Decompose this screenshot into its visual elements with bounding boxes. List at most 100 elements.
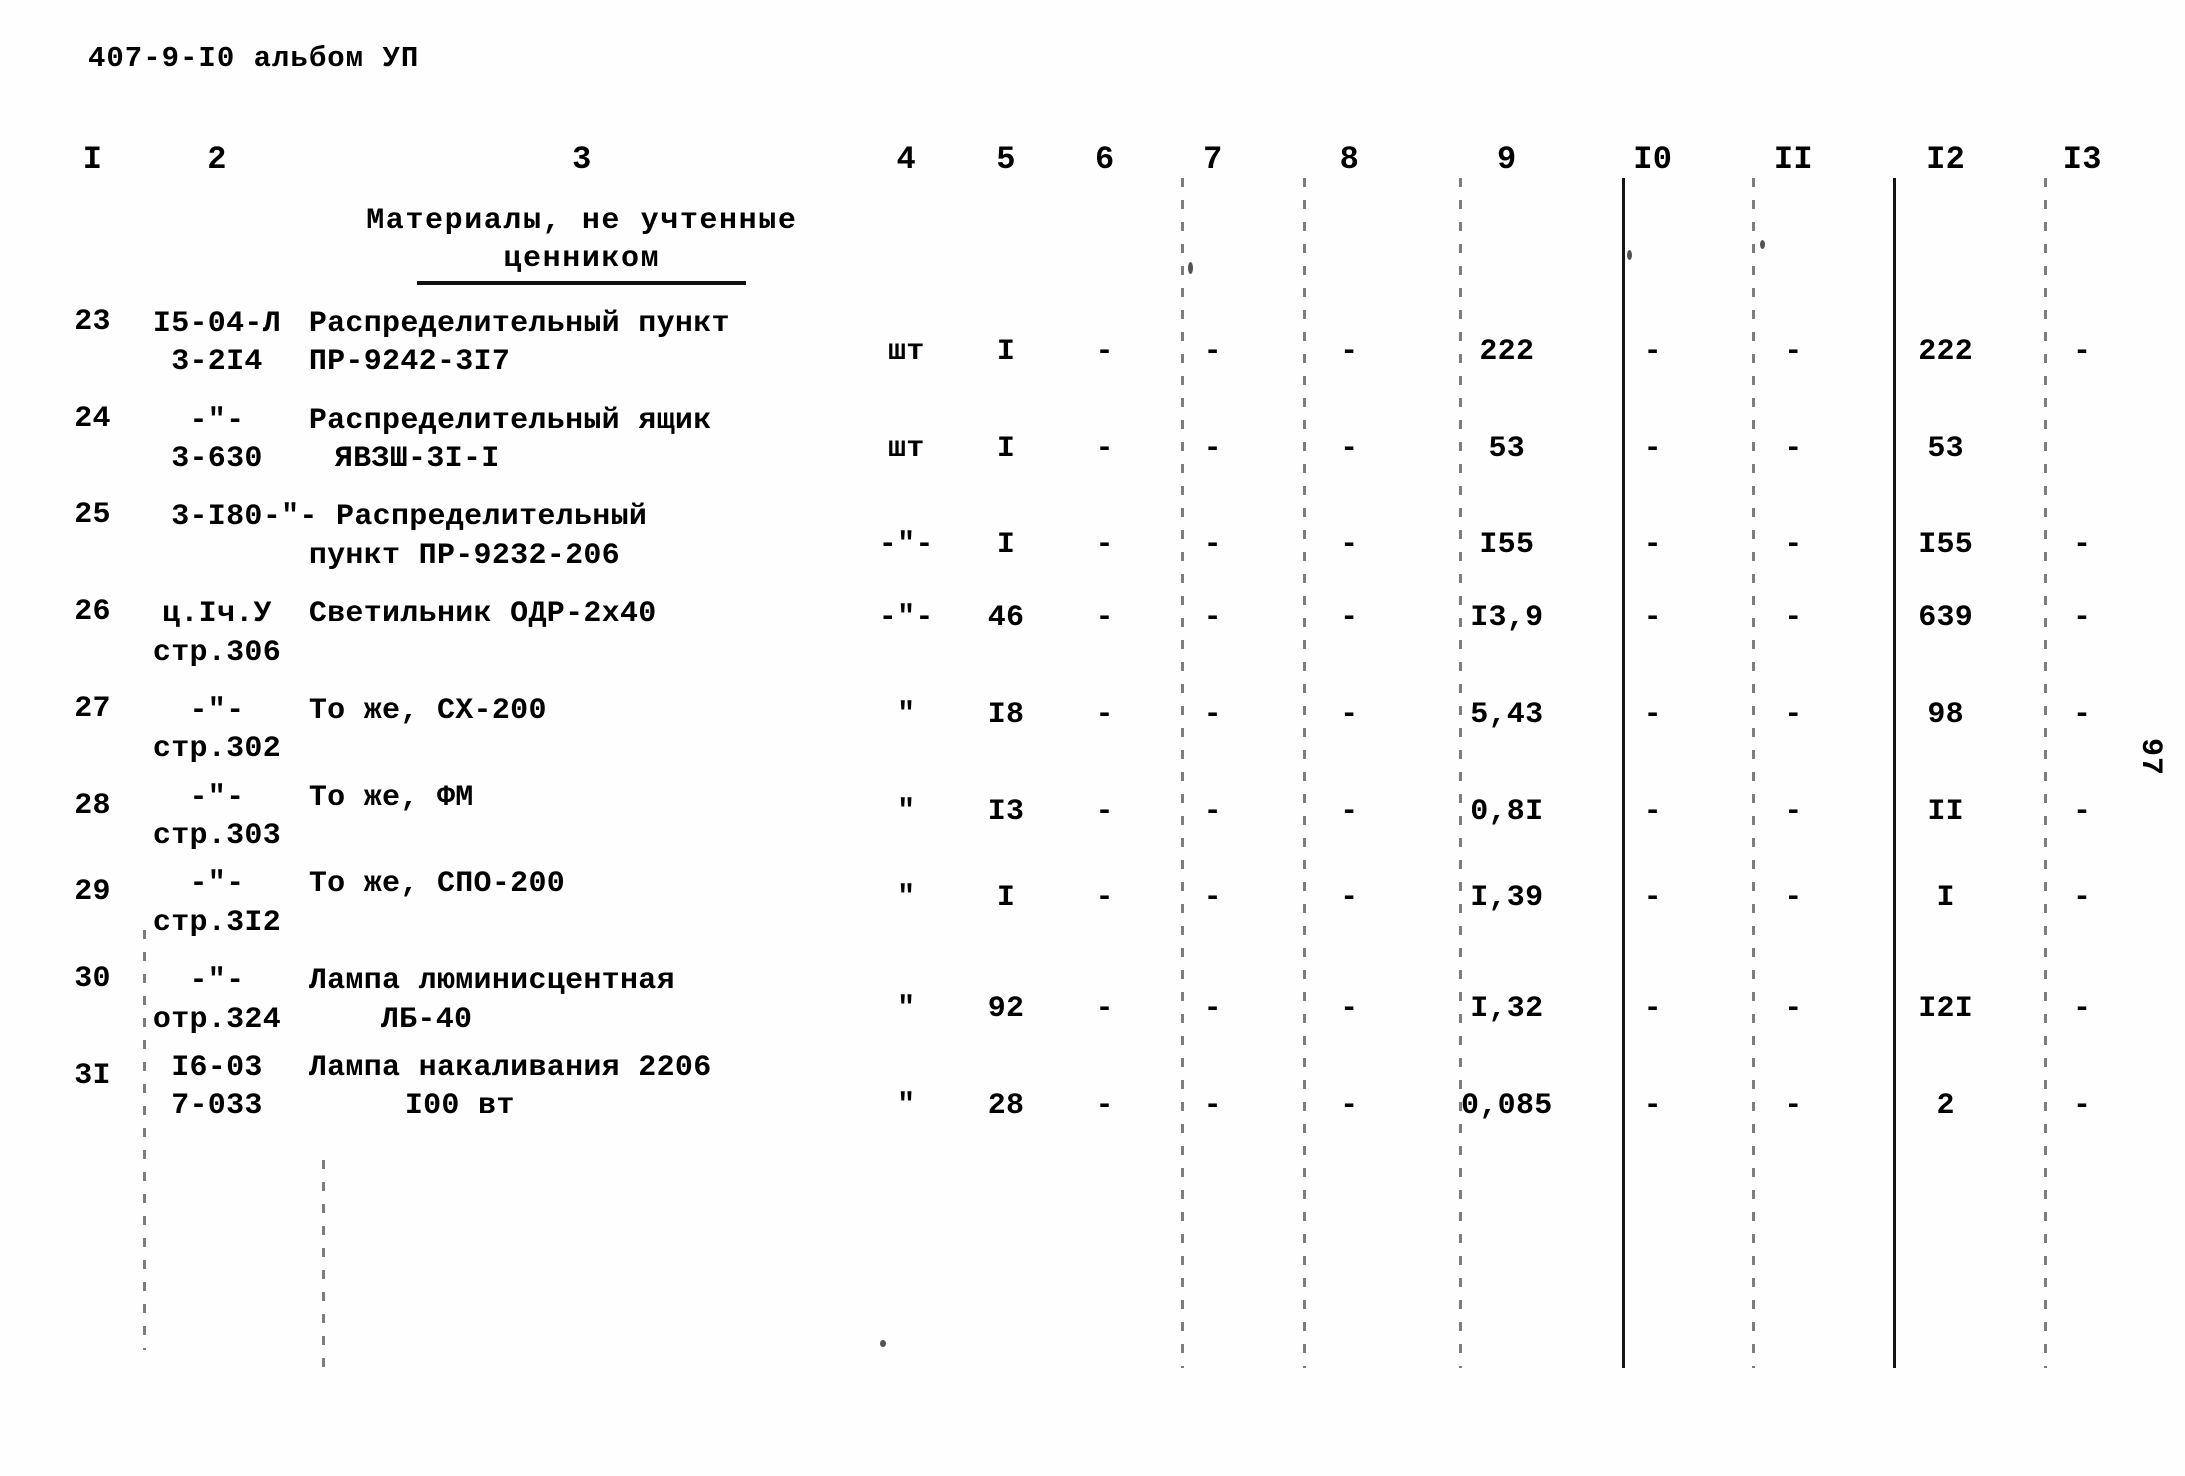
row-name-top: То же, СПО-200 bbox=[308, 867, 566, 902]
row-code-bottom: 7-033 bbox=[171, 1089, 263, 1124]
column-header-4: 4 bbox=[896, 141, 917, 178]
row-value-6: - bbox=[1095, 601, 1114, 636]
row-value-9: I55 bbox=[1479, 528, 1535, 563]
row-name-top: Светильник ОДР-2х40 bbox=[308, 597, 657, 632]
row-name-bottom: ЯВЗШ-3I-I bbox=[334, 441, 500, 476]
column-header-7: 7 bbox=[1203, 141, 1223, 178]
row-unit: -"- bbox=[878, 601, 934, 636]
row-name-top: Лампа накаливания 2206 bbox=[308, 1051, 712, 1086]
row-code-top: -"- bbox=[189, 693, 245, 728]
row-value-10: - bbox=[1643, 601, 1662, 636]
row-value-11: - bbox=[1784, 1089, 1803, 1124]
row-value-12: I bbox=[1936, 881, 1955, 916]
row-value-11: - bbox=[1784, 601, 1803, 636]
row-value-6: - bbox=[1095, 794, 1114, 829]
row-value-7: - bbox=[1203, 601, 1222, 636]
row-value-9: 53 bbox=[1488, 431, 1526, 466]
row-name-top: Распределительный ящик bbox=[308, 403, 712, 438]
row-value-7: - bbox=[1203, 334, 1222, 369]
row-value-10: - bbox=[1643, 794, 1662, 829]
table-row: 29 -"- стр.3I2 То же, СПО-200 " I - - - … bbox=[60, 855, 2140, 942]
row-code: -"- стр.3I2 bbox=[125, 855, 309, 942]
row-value-11: - bbox=[1784, 431, 1803, 466]
table-row: 23 I5-04-Л 3-2I4 Распределительный пункт… bbox=[60, 285, 2140, 382]
row-unit: " bbox=[897, 992, 916, 1027]
row-value-13 bbox=[2024, 382, 2140, 479]
row-quantity: I8 bbox=[987, 697, 1025, 732]
scanned-page: 407-9-I0 альбом УП 97 I 2 3 4 5 6 7 8 9 … bbox=[0, 0, 2185, 1476]
row-value-9: 222 bbox=[1479, 334, 1535, 369]
column-header-6: 6 bbox=[1094, 141, 1115, 178]
row-number: 27 bbox=[74, 691, 111, 726]
row-value-11: - bbox=[1784, 697, 1803, 732]
row-value-10: - bbox=[1643, 528, 1662, 563]
row-name: То же, СХ-200 bbox=[309, 672, 855, 769]
row-value-6: - bbox=[1095, 334, 1114, 369]
row-quantity: I3 bbox=[987, 794, 1025, 829]
column-header-8: 8 bbox=[1339, 141, 1360, 178]
row-value-12: I2I bbox=[1918, 992, 1974, 1027]
row-code-bottom: 3-2I4 bbox=[171, 345, 263, 380]
row-value-12: 53 bbox=[1927, 431, 1964, 466]
specification-table: I 2 3 4 5 6 7 8 9 I0 II I2 I3 Материалы,… bbox=[60, 140, 2140, 1126]
row-value-7: - bbox=[1203, 528, 1222, 563]
row-value-6: - bbox=[1095, 528, 1114, 563]
table-row: 28 -"- стр.303 То же, ФМ " I3 - - - 0,8I… bbox=[60, 769, 2140, 856]
row-name: То же, СПО-200 bbox=[309, 855, 855, 942]
row-name-top: Лампа люминисцентная bbox=[308, 964, 675, 999]
row-code-top: -"- bbox=[189, 403, 245, 438]
row-quantity: I bbox=[996, 431, 1016, 466]
row-value-11: - bbox=[1784, 881, 1803, 916]
row-code-top: -"- bbox=[189, 964, 245, 999]
table-row: 26 ц.Iч.У стр.306 Светильник ОДР-2х40 -"… bbox=[60, 575, 2140, 672]
section-title-line-1: Материалы, не учтенные bbox=[366, 204, 798, 238]
row-code: -"- стр.302 bbox=[125, 672, 309, 769]
row-unit: " bbox=[897, 697, 916, 732]
section-title-line-2: ценником bbox=[417, 240, 747, 285]
row-value-7: - bbox=[1203, 794, 1222, 829]
row-value-8: - bbox=[1340, 334, 1359, 369]
row-code-bottom: отр.324 bbox=[152, 1002, 282, 1037]
row-number: 29 bbox=[74, 875, 111, 910]
row-value-10: - bbox=[1643, 881, 1662, 916]
row-code: -"- стр.303 bbox=[125, 769, 309, 856]
row-value-10: - bbox=[1643, 431, 1662, 466]
row-value-13: - bbox=[2073, 794, 2092, 829]
row-value-8: - bbox=[1340, 881, 1359, 916]
row-value-10: - bbox=[1643, 992, 1662, 1027]
row-quantity: I bbox=[996, 881, 1016, 916]
row-quantity: 92 bbox=[987, 992, 1025, 1027]
row-value-6: - bbox=[1095, 881, 1114, 916]
row-value-11: - bbox=[1784, 992, 1803, 1027]
row-name-bottom: ЛБ-40 bbox=[380, 1002, 473, 1037]
row-number: 3I bbox=[74, 1059, 111, 1094]
row-value-11: - bbox=[1784, 794, 1803, 829]
table-row: 24 -"- 3-630 Распределительный ящик ЯВЗШ… bbox=[60, 382, 2140, 479]
row-unit: " bbox=[897, 881, 916, 916]
row-value-13: - bbox=[2073, 992, 2092, 1027]
row-quantity: 46 bbox=[987, 601, 1025, 636]
row-unit: " bbox=[897, 1089, 916, 1124]
row-value-6: - bbox=[1095, 431, 1114, 466]
row-value-9: 5,43 bbox=[1470, 697, 1544, 732]
row-number: 25 bbox=[74, 498, 111, 533]
row-code-top: -"- bbox=[189, 780, 245, 815]
row-value-9: 0,085 bbox=[1461, 1089, 1553, 1124]
row-value-8: - bbox=[1340, 992, 1359, 1027]
row-code-top: I5-04-Л bbox=[152, 306, 282, 341]
document-header: 407-9-I0 альбом УП bbox=[88, 42, 420, 75]
row-number: 26 bbox=[74, 595, 111, 630]
row-name: Светильник ОДР-2х40 bbox=[309, 575, 855, 672]
row-quantity: 28 bbox=[987, 1089, 1025, 1124]
row-name-top: То же, СХ-200 bbox=[308, 693, 547, 728]
row-number: 28 bbox=[74, 788, 111, 823]
row-value-12: 222 bbox=[1918, 334, 1974, 369]
row-value-10: - bbox=[1643, 334, 1662, 369]
row-code-top: I6-03 bbox=[171, 1051, 263, 1086]
row-value-6: - bbox=[1095, 697, 1114, 732]
row-quantity: I bbox=[996, 528, 1016, 563]
row-value-12: II bbox=[1927, 794, 1964, 829]
column-header-5: 5 bbox=[996, 141, 1016, 178]
row-code-top: ц.Iч.У bbox=[162, 597, 272, 632]
scan-speck bbox=[880, 1340, 886, 1347]
